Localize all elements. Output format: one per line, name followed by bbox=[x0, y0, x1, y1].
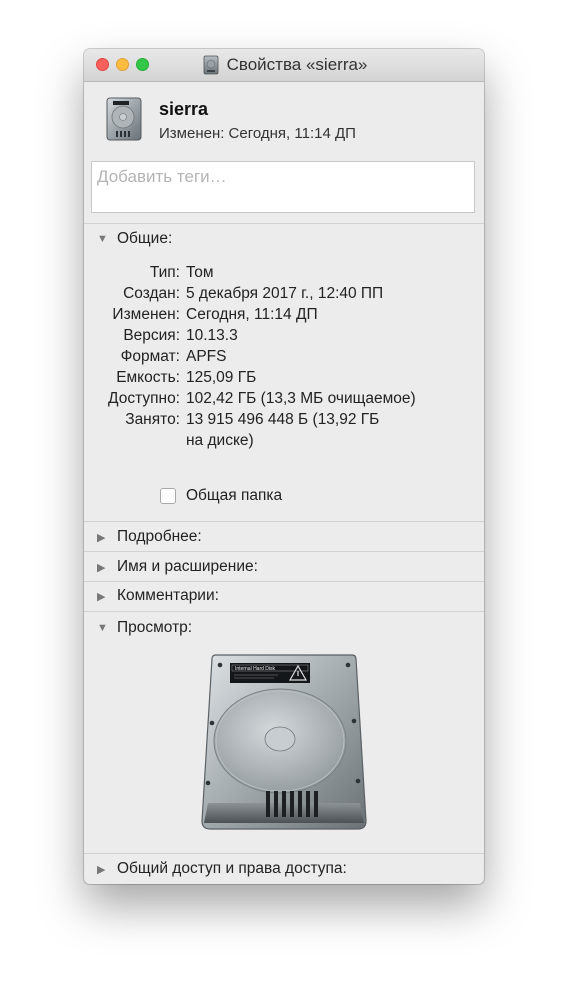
window-title: Свойства «sierra» bbox=[226, 55, 368, 74]
section-general-label: Общие: bbox=[117, 230, 173, 247]
section-more-info-label: Подробнее: bbox=[117, 528, 202, 545]
info-value: APFS bbox=[186, 348, 227, 365]
info-key: Изменен: bbox=[112, 306, 180, 323]
title-bar[interactable]: Свойства «sierra» bbox=[84, 49, 484, 82]
info-value: 13 915 496 448 Б (13,92 ГБ bbox=[186, 411, 380, 428]
info-key: Формат: bbox=[120, 348, 180, 365]
file-header: sierra Изменен: Сегодня, 11:14 ДП bbox=[101, 96, 471, 146]
info-value: Сегодня, 11:14 ДП bbox=[186, 306, 318, 323]
info-value: на диске) bbox=[186, 432, 254, 449]
info-value: 125,09 ГБ bbox=[186, 369, 257, 386]
window-title-container: Свойства «sierra» bbox=[84, 49, 484, 81]
section-name-ext-toggle[interactable]: ▶ Имя и расширение: bbox=[97, 558, 258, 576]
section-comments-label: Комментарии: bbox=[117, 587, 219, 604]
info-key: Версия: bbox=[123, 327, 180, 344]
disclosure-right-icon[interactable]: ▶ bbox=[97, 561, 108, 574]
section-preview-label: Просмотр: bbox=[117, 619, 193, 636]
divider bbox=[84, 551, 484, 552]
disclosure-down-icon[interactable]: ▼ bbox=[97, 233, 108, 245]
info-key: Емкость: bbox=[116, 369, 180, 386]
hard-disk-preview-icon: Internal Hard Disk bbox=[201, 654, 367, 830]
info-key: Доступно: bbox=[108, 390, 180, 407]
disclosure-right-icon[interactable]: ▶ bbox=[97, 863, 108, 876]
info-key: Создан: bbox=[123, 285, 180, 302]
info-window: Свойства «sierra» sierra Изменен: Сегодн… bbox=[84, 49, 484, 884]
tags-field-container[interactable] bbox=[91, 161, 475, 213]
hard-disk-icon bbox=[106, 97, 142, 141]
section-sharing-toggle[interactable]: ▶ Общий доступ и права доступа: bbox=[97, 860, 347, 878]
tags-input[interactable] bbox=[95, 166, 469, 188]
modified-date: Изменен: Сегодня, 11:14 ДП bbox=[159, 125, 356, 142]
shared-folder-option[interactable]: Общая папка bbox=[160, 487, 282, 505]
disclosure-right-icon[interactable]: ▶ bbox=[97, 531, 108, 544]
divider bbox=[84, 223, 484, 224]
disclosure-down-icon[interactable]: ▼ bbox=[97, 622, 108, 634]
shared-folder-checkbox[interactable] bbox=[160, 488, 176, 504]
divider bbox=[84, 521, 484, 522]
info-value: Том bbox=[186, 264, 214, 281]
info-key: Занято: bbox=[125, 411, 180, 428]
shared-folder-label: Общая папка bbox=[186, 487, 283, 504]
info-value: 5 декабря 2017 г., 12:40 ПП bbox=[186, 285, 384, 302]
section-general-toggle[interactable]: ▼ Общие: bbox=[97, 230, 172, 248]
divider bbox=[84, 611, 484, 612]
section-sharing-label: Общий доступ и права доступа: bbox=[117, 860, 347, 877]
info-value: 102,42 ГБ (13,3 МБ очищаемое) bbox=[186, 390, 416, 407]
section-comments-toggle[interactable]: ▶ Комментарии: bbox=[97, 587, 219, 605]
disk-label-text: Internal Hard Disk bbox=[235, 666, 276, 672]
disclosure-right-icon[interactable]: ▶ bbox=[97, 590, 108, 603]
file-name: sierra bbox=[159, 99, 209, 119]
divider bbox=[84, 581, 484, 582]
section-preview-toggle[interactable]: ▼ Просмотр: bbox=[97, 619, 192, 637]
section-more-info-toggle[interactable]: ▶ Подробнее: bbox=[97, 528, 202, 546]
divider bbox=[84, 853, 484, 854]
info-key: Тип: bbox=[149, 264, 180, 281]
hard-disk-icon bbox=[203, 55, 218, 75]
section-name-ext-label: Имя и расширение: bbox=[117, 558, 258, 575]
info-value: 10.13.3 bbox=[186, 327, 238, 344]
